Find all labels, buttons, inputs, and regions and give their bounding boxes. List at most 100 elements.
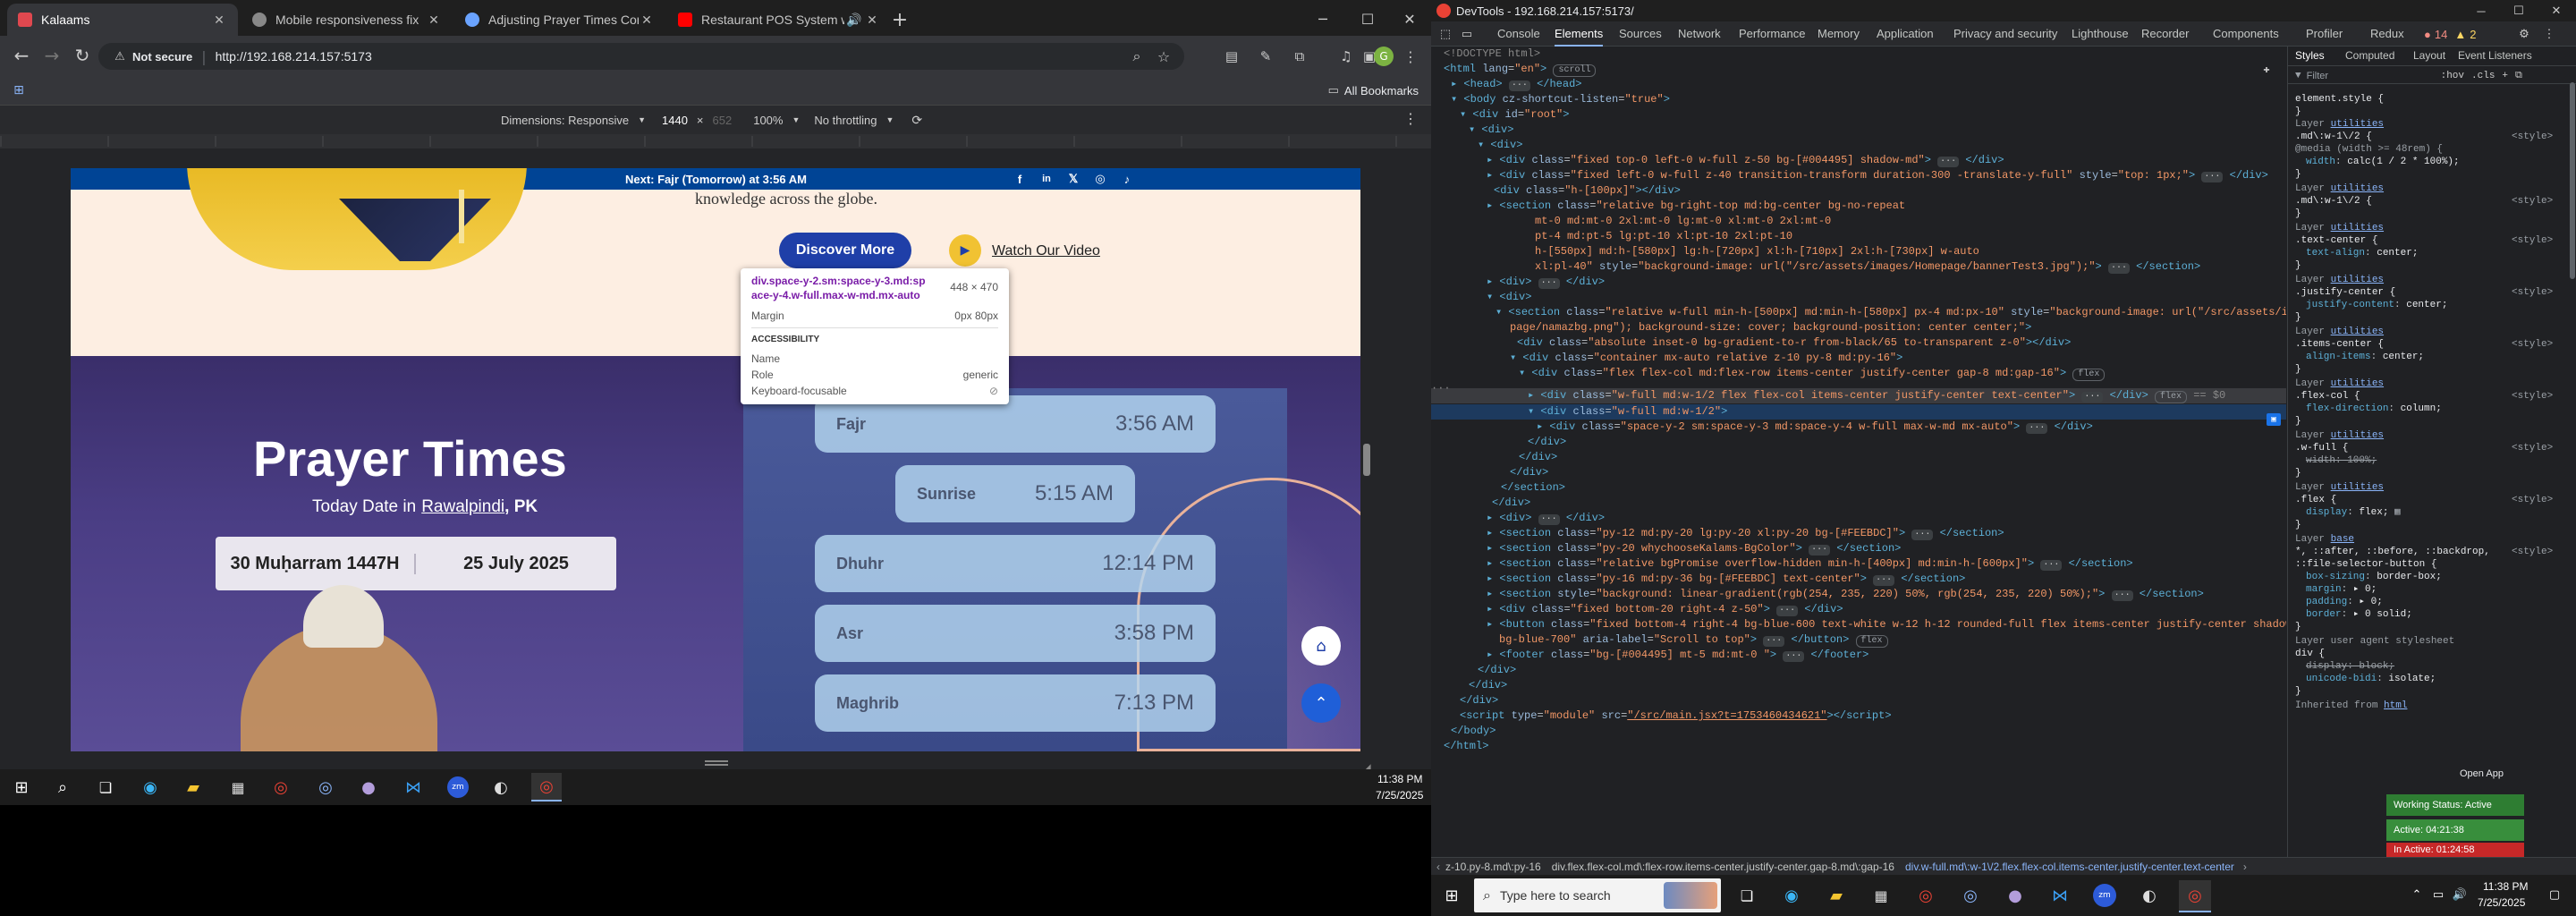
tab-sources[interactable]: Sources xyxy=(1619,21,1662,47)
breadcrumb-item-active[interactable]: div.w-full.md\:w-1\/2.flex.flex-col.item… xyxy=(1905,861,2234,873)
chrome-active-icon[interactable]: ◎ xyxy=(531,773,562,802)
facebook-icon[interactable]: f xyxy=(1012,171,1028,187)
media-controls-icon[interactable]: ♫ xyxy=(1336,47,1356,66)
file-explorer-icon[interactable]: ▰ xyxy=(182,776,204,798)
tab-event-listeners[interactable]: Event Listeners xyxy=(2458,49,2532,62)
chevron-up-icon[interactable]: ⌃ xyxy=(2408,886,2426,903)
close-icon[interactable]: ✕ xyxy=(639,12,655,28)
chevron-left-icon[interactable]: ‹ xyxy=(1436,861,1440,873)
forward-arrow-icon[interactable]: → xyxy=(39,43,64,68)
zoom-magnifier-icon[interactable]: ⌕ xyxy=(1125,45,1148,68)
task-view-icon[interactable]: ❏ xyxy=(1735,884,1758,907)
chrome-profile-icon[interactable]: ◎ xyxy=(315,776,336,798)
close-icon[interactable]: ✕ xyxy=(426,12,442,28)
notification-icon[interactable]: ▢ xyxy=(2546,886,2563,903)
dimensions-select[interactable]: Dimensions: Responsive xyxy=(501,114,629,127)
github-icon[interactable]: ● xyxy=(2004,884,2027,907)
taskbar-date[interactable]: 7/25/2025 xyxy=(2478,896,2525,909)
instagram-icon[interactable]: ◎ xyxy=(1092,171,1108,187)
styles-scrollbar[interactable] xyxy=(2570,82,2575,279)
chevron-right-icon[interactable]: › xyxy=(2243,861,2247,873)
watch-video-link[interactable]: Watch Our Video xyxy=(992,243,1100,259)
height-input[interactable]: 652 xyxy=(713,114,733,127)
all-bookmarks-button[interactable]: ▭ All Bookmarks xyxy=(1328,81,1419,100)
tab-console[interactable]: Console xyxy=(1497,21,1540,47)
extensions-puzzle-icon[interactable]: ⧉ xyxy=(1290,47,1309,66)
minimize-icon[interactable]: ─ xyxy=(1310,7,1335,30)
vscode-icon[interactable]: ⋈ xyxy=(402,776,424,798)
chrome-icon[interactable]: ◎ xyxy=(270,776,292,798)
device-toggle-icon[interactable]: ▭ xyxy=(1458,25,1476,43)
chrome-active-icon[interactable]: ◎ xyxy=(2179,880,2211,912)
bookmark-star-icon[interactable]: ☆ xyxy=(1152,45,1175,68)
chrome-icon[interactable]: ◎ xyxy=(1914,884,1937,907)
search-icon[interactable]: ⌕ xyxy=(52,776,73,798)
throttle-select[interactable]: No throttling xyxy=(814,114,877,127)
window-close-icon[interactable]: ✕ xyxy=(2546,2,2567,20)
mosque-widget-icon[interactable]: ⌂ xyxy=(1301,626,1341,666)
rotate-icon[interactable]: ⟳ xyxy=(911,113,922,128)
tab-privacy[interactable]: Privacy and security xyxy=(1953,21,2057,47)
volume-icon[interactable]: 🔊 xyxy=(844,12,864,28)
dom-tree[interactable]: <!DOCTYPE html> <html lang="en"> scroll … xyxy=(1431,47,2286,857)
close-icon[interactable]: ✕ xyxy=(864,12,880,28)
extension-pen-icon[interactable]: ✎ xyxy=(1256,47,1275,66)
maximize-icon[interactable]: ☐ xyxy=(1355,7,1380,30)
edge-icon[interactable]: ◉ xyxy=(1780,884,1803,907)
plus-icon[interactable]: + xyxy=(2502,70,2508,82)
tab-adjusting-prayer[interactable]: Adjusting Prayer Times Contai ✕ xyxy=(454,4,665,36)
zoom-app-icon[interactable]: zm xyxy=(2093,884,2116,907)
maximize-icon[interactable]: ☐ xyxy=(2508,2,2529,20)
github-icon[interactable]: ● xyxy=(358,776,379,798)
edge-icon[interactable]: ◉ xyxy=(140,776,161,798)
tab-elements[interactable]: Elements xyxy=(1555,21,1604,47)
resize-handle-right[interactable] xyxy=(1363,444,1370,476)
address-bar[interactable]: ⚠ Not secure | http://192.168.214.157:51… xyxy=(98,43,1184,70)
tiktok-icon[interactable]: ♪ xyxy=(1119,171,1135,187)
new-tab-plus-icon[interactable]: + xyxy=(887,7,912,32)
window-close-icon[interactable]: ✕ xyxy=(1397,7,1422,30)
zoom-select[interactable]: 100% xyxy=(753,114,783,127)
close-icon[interactable]: ✕ xyxy=(211,12,227,28)
x-twitter-icon[interactable]: 𝕏 xyxy=(1065,171,1081,187)
tab-computed[interactable]: Computed xyxy=(2345,49,2394,62)
breadcrumb-item[interactable]: z-10.py-8.md\:py-16 xyxy=(1445,861,1541,873)
not-secure-label[interactable]: Not secure xyxy=(132,50,192,64)
battery-icon[interactable]: ▭ xyxy=(2429,886,2447,903)
cls-toggle[interactable]: .cls xyxy=(2471,70,2495,82)
apps-grid-icon[interactable]: ⊞ xyxy=(9,81,29,100)
pin-icon[interactable]: ✚ xyxy=(2259,63,2274,77)
file-explorer-icon[interactable]: ▰ xyxy=(1825,884,1848,907)
inspect-element-icon[interactable]: ⬚ xyxy=(1436,25,1454,43)
tab-lighthouse[interactable]: Lighthouse xyxy=(2072,21,2129,47)
tab-application[interactable]: Application xyxy=(1877,21,1934,47)
tab-redux[interactable]: Redux xyxy=(2370,21,2404,47)
computed-toggle-icon[interactable]: ⧉ xyxy=(2515,70,2522,82)
resize-handle-bottom[interactable] xyxy=(705,760,728,766)
url-text[interactable]: http://192.168.214.157:5173 xyxy=(216,49,372,64)
tab-restaurant-pos[interactable]: Restaurant POS System wi 🔊 ✕ xyxy=(667,4,891,36)
device-options-icon[interactable]: ⋮ xyxy=(1401,109,1420,129)
volume-icon[interactable]: 🔊 xyxy=(2451,886,2469,903)
kebab-menu-icon[interactable]: ⋮ xyxy=(1401,47,1420,66)
store-icon[interactable]: ▦ xyxy=(227,776,249,798)
media-query-ruler[interactable] xyxy=(0,134,1431,148)
tab-performance[interactable]: Performance xyxy=(1739,21,1805,47)
taskbar-search-box[interactable]: ⌕ Type here to search xyxy=(1474,878,1721,912)
extension-notes-icon[interactable]: ▤ xyxy=(1222,47,1241,66)
back-arrow-icon[interactable]: ← xyxy=(9,43,34,68)
app-icon[interactable]: ◐ xyxy=(490,776,512,798)
reload-icon[interactable]: ↻ xyxy=(70,43,95,68)
discover-more-button[interactable]: Discover More xyxy=(779,233,911,268)
minimize-icon[interactable]: ─ xyxy=(2470,2,2492,20)
scroll-to-top-icon[interactable]: ⌃ xyxy=(1301,683,1341,723)
breadcrumb-item[interactable]: div.flex.flex-col.md\:flex-row.items-cen… xyxy=(1552,861,1894,873)
screenshot-node-icon[interactable]: ▣ xyxy=(2267,413,2281,426)
profile-avatar[interactable]: G xyxy=(1374,47,1394,66)
windows-start-icon[interactable]: ⊞ xyxy=(11,776,32,798)
open-app-button[interactable]: Open App xyxy=(2460,768,2504,780)
tab-layout[interactable]: Layout xyxy=(2413,49,2445,62)
store-icon[interactable]: ▦ xyxy=(1869,884,1893,907)
tab-kalaams[interactable]: Kalaams ✕ xyxy=(7,4,238,36)
error-counter[interactable]: ● 14 ▲ 2 xyxy=(2424,25,2476,43)
